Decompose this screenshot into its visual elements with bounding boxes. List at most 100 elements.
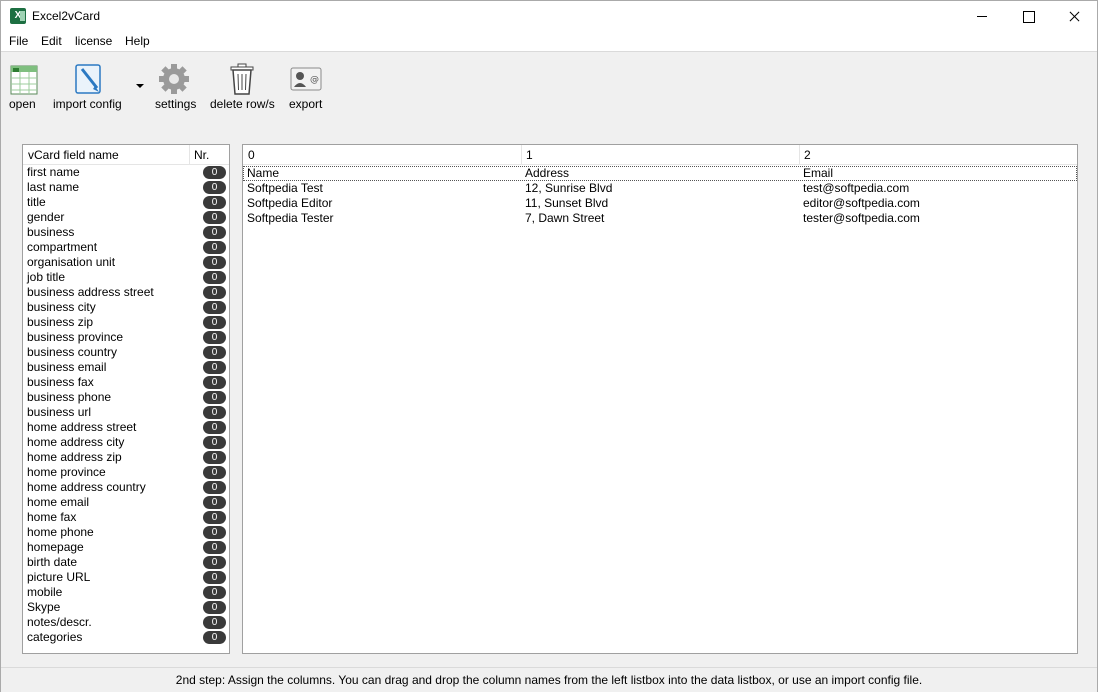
field-name: business fax — [27, 375, 94, 389]
trash-icon — [230, 63, 254, 95]
import-config-label: import config — [53, 97, 122, 111]
count-badge: 0 — [203, 601, 226, 614]
import-config-button[interactable]: import config — [49, 53, 133, 115]
field-list-item[interactable]: business province 0 — [23, 330, 229, 345]
field-list-item[interactable]: home address zip 0 — [23, 450, 229, 465]
field-list-item[interactable]: home email 0 — [23, 495, 229, 510]
table-cell: Name — [247, 166, 280, 180]
field-list-item[interactable]: business fax 0 — [23, 375, 229, 390]
gear-icon — [159, 64, 189, 94]
field-name: home phone — [27, 525, 94, 539]
menu-license[interactable]: license — [72, 34, 115, 48]
nr-column-header[interactable]: Nr. — [194, 148, 209, 162]
field-list-item[interactable]: picture URL 0 — [23, 570, 229, 585]
field-list-item[interactable]: business phone 0 — [23, 390, 229, 405]
field-name: home address street — [27, 420, 137, 434]
field-list-item[interactable]: notes/descr. 0 — [23, 615, 229, 630]
count-badge: 0 — [203, 436, 226, 449]
field-list-item[interactable]: homepage 0 — [23, 540, 229, 555]
field-list-item[interactable]: home province 0 — [23, 465, 229, 480]
field-list-item[interactable]: first name 0 — [23, 165, 229, 180]
open-button[interactable]: open — [5, 53, 41, 115]
menu-edit[interactable]: Edit — [38, 34, 65, 48]
field-list-item[interactable]: home address country 0 — [23, 480, 229, 495]
count-badge: 0 — [203, 391, 226, 404]
column-divider[interactable] — [189, 145, 190, 164]
count-badge: 0 — [203, 211, 226, 224]
field-name: categories — [27, 630, 83, 644]
menu-file[interactable]: File — [6, 34, 31, 48]
count-badge: 0 — [203, 376, 226, 389]
count-badge: 0 — [203, 511, 226, 524]
column-divider[interactable] — [799, 145, 800, 164]
field-list-item[interactable]: categories 0 — [23, 630, 229, 645]
table-row[interactable]: Name Address Email — [243, 166, 1077, 181]
settings-button[interactable]: settings — [151, 53, 201, 115]
column-header-2[interactable]: 2 — [804, 148, 811, 162]
field-name: title — [27, 195, 46, 209]
field-name: homepage — [27, 540, 84, 554]
table-cell: 12, Sunrise Blvd — [525, 181, 613, 195]
table-row[interactable]: Softpedia Editor 11, Sunset Blvd editor@so… — [243, 196, 1077, 211]
field-name: first name — [27, 165, 80, 179]
count-badge: 0 — [203, 451, 226, 464]
data-listbox[interactable]: 0 1 2 Name Address Email Softpedia Test 12, … — [242, 144, 1078, 654]
field-list-item[interactable]: business 0 — [23, 225, 229, 240]
count-badge: 0 — [203, 256, 226, 269]
field-list-item[interactable]: birth date 0 — [23, 555, 229, 570]
table-row[interactable]: Softpedia Test 12, Sunrise Blvd test@softp… — [243, 181, 1077, 196]
field-list-item[interactable]: organisation unit 0 — [23, 255, 229, 270]
field-list-item[interactable]: business zip 0 — [23, 315, 229, 330]
table-cell: editor@softpedia.com — [803, 196, 920, 210]
excel-app-icon: X — [10, 8, 26, 24]
table-row[interactable]: Softpedia Tester 7, Dawn Street tester@sof… — [243, 211, 1077, 226]
field-name: home email — [27, 495, 90, 509]
chevron-down-icon[interactable] — [136, 84, 144, 88]
count-badge: 0 — [203, 526, 226, 539]
data-header: 0 1 2 — [243, 145, 1077, 165]
field-list-item[interactable]: Skype 0 — [23, 600, 229, 615]
minimize-button[interactable] — [959, 1, 1005, 31]
count-badge: 0 — [203, 571, 226, 584]
column-divider[interactable] — [521, 145, 522, 164]
field-name: organisation unit — [27, 255, 116, 269]
field-list-item[interactable]: home fax 0 — [23, 510, 229, 525]
field-name: birth date — [27, 555, 78, 569]
column-header-1[interactable]: 1 — [526, 148, 533, 162]
close-button[interactable] — [1051, 1, 1097, 31]
field-list-item[interactable]: home address street 0 — [23, 420, 229, 435]
delete-rows-button[interactable]: delete row/s — [206, 53, 280, 115]
export-button[interactable]: @ export — [285, 53, 329, 115]
field-list-item[interactable]: mobile 0 — [23, 585, 229, 600]
field-list-item[interactable]: business address street 0 — [23, 285, 229, 300]
field-list-item[interactable]: job title 0 — [23, 270, 229, 285]
field-list-item[interactable]: business url 0 — [23, 405, 229, 420]
field-name: compartment — [27, 240, 98, 254]
field-name: home address city — [27, 435, 125, 449]
field-list-item[interactable]: business country 0 — [23, 345, 229, 360]
window-title: Excel2vCard — [32, 9, 101, 23]
export-label: export — [289, 97, 323, 111]
table-cell: 7, Dawn Street — [525, 211, 605, 225]
field-list-item[interactable]: gender 0 — [23, 210, 229, 225]
table-cell: tester@softpedia.com — [803, 211, 920, 225]
field-list-item[interactable]: business city 0 — [23, 300, 229, 315]
field-list-item[interactable]: home phone 0 — [23, 525, 229, 540]
count-badge: 0 — [203, 226, 226, 239]
field-list-item[interactable]: business email 0 — [23, 360, 229, 375]
table-cell: Address — [525, 166, 570, 180]
pencil-document-icon — [75, 64, 101, 94]
column-header-0[interactable]: 0 — [248, 148, 255, 162]
status-bar: 2nd step: Assign the columns. You can dr… — [1, 667, 1097, 692]
vcard-fields-listbox[interactable]: vCard field name Nr. first name 0 last nam… — [22, 144, 230, 654]
field-list-item[interactable]: last name 0 — [23, 180, 229, 195]
table-cell: Softpedia Test — [247, 181, 323, 195]
maximize-button[interactable] — [1005, 1, 1051, 31]
field-list-item[interactable]: title 0 — [23, 195, 229, 210]
field-name-column-header[interactable]: vCard field name — [28, 148, 119, 162]
count-badge: 0 — [203, 496, 226, 509]
field-list-item[interactable]: home address city 0 — [23, 435, 229, 450]
field-list-item[interactable]: compartment 0 — [23, 240, 229, 255]
menu-help[interactable]: Help — [122, 34, 153, 48]
count-badge: 0 — [203, 241, 226, 254]
